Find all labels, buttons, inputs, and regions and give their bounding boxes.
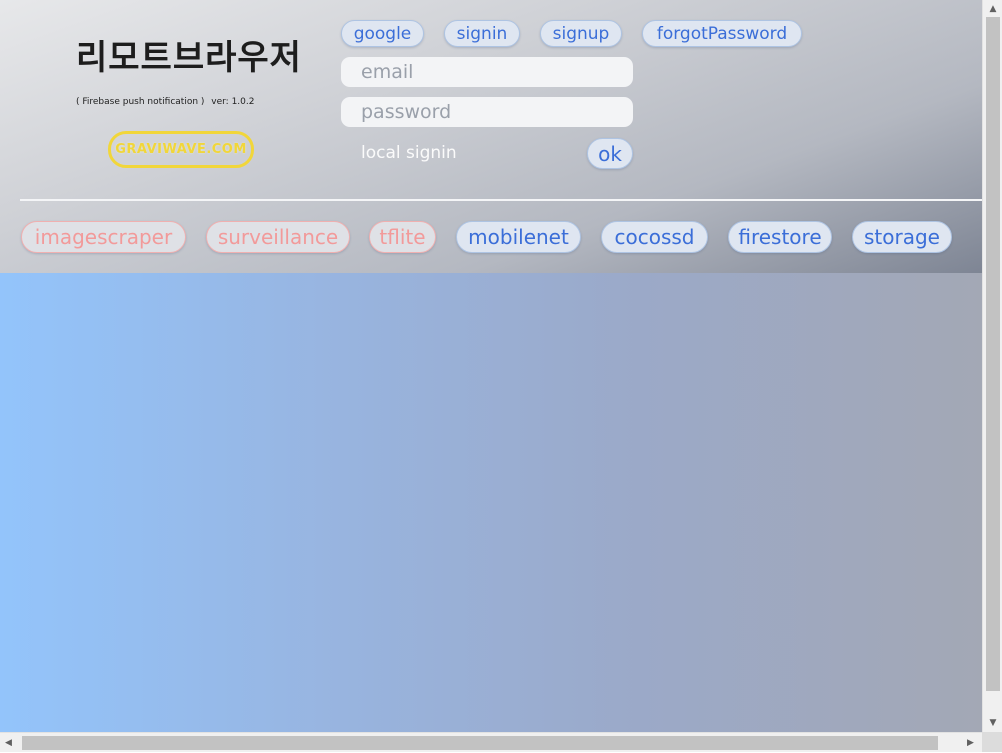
nav-firestore[interactable]: firestore (728, 221, 832, 253)
password-field[interactable] (341, 97, 633, 127)
ok-button[interactable]: ok (587, 138, 633, 169)
local-signin-label: local signin (361, 143, 457, 163)
vertical-scroll-thumb[interactable] (986, 17, 1000, 691)
app-version: ver: 1.0.2 (211, 97, 255, 107)
header-divider (20, 199, 982, 201)
signin-button[interactable]: signin (444, 20, 520, 47)
page-viewport: 리모트브라우저 ( Firebase push notification ) v… (0, 0, 982, 732)
graviwave-logo[interactable]: GRAVIWAVE.COM (108, 131, 254, 168)
email-field[interactable] (341, 57, 633, 87)
nav-storage[interactable]: storage (852, 221, 952, 253)
scroll-left-icon[interactable]: ◀ (0, 733, 17, 753)
scroll-right-icon[interactable]: ▶ (962, 733, 979, 753)
scroll-down-icon[interactable]: ▼ (983, 714, 1002, 731)
google-signin-button[interactable]: google (341, 20, 424, 47)
signup-button[interactable]: signup (540, 20, 622, 47)
app-subtitle: ( Firebase push notification ) (76, 97, 205, 107)
app-title: 리모트브라우저 (76, 38, 302, 78)
app-subtitle-line: ( Firebase push notification ) ver: 1.0.… (76, 97, 254, 107)
scroll-up-icon[interactable]: ▲ (983, 0, 1002, 17)
nav-imagescraper[interactable]: imagescraper (21, 221, 186, 253)
nav-cocossd[interactable]: cocossd (601, 221, 708, 253)
nav-tflite[interactable]: tflite (369, 221, 436, 253)
horizontal-scrollbar[interactable]: ◀ ▶ (0, 732, 982, 752)
vertical-scrollbar[interactable]: ▲ ▼ (982, 0, 1002, 732)
nav-surveillance[interactable]: surveillance (206, 221, 350, 253)
scrollbar-corner (982, 732, 1002, 752)
forgot-password-button[interactable]: forgotPassword (642, 20, 802, 47)
header-panel: 리모트브라우저 ( Firebase push notification ) v… (0, 0, 982, 273)
horizontal-scroll-thumb[interactable] (22, 736, 938, 750)
logo-text: GRAVIWAVE.COM (115, 142, 247, 157)
nav-mobilenet[interactable]: mobilenet (456, 221, 581, 253)
